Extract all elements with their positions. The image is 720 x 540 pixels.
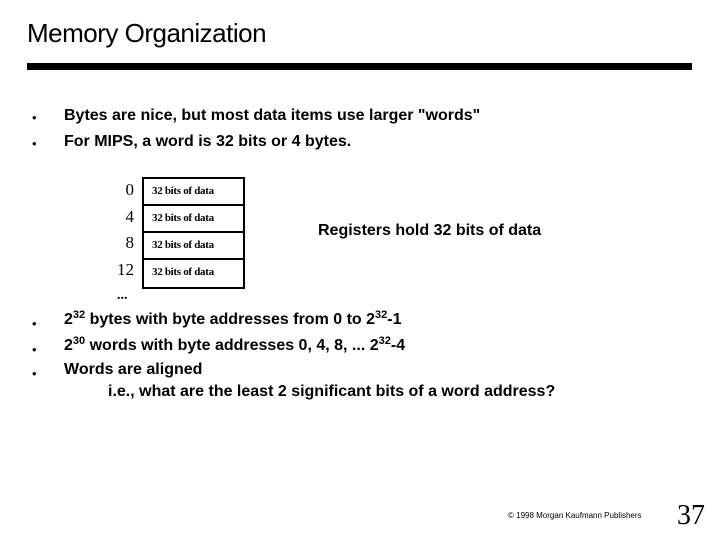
bullet-icon: •	[32, 136, 37, 151]
intro-bullet-1: Bytes are nice, but most data items use …	[64, 107, 481, 124]
memory-word-cell: 32 bits of data	[152, 266, 214, 278]
memory-word-cell: 32 bits of data	[144, 233, 243, 260]
fact-aligned: Words are aligned	[64, 361, 203, 378]
memory-ellipsis: ...	[117, 288, 128, 303]
address-label: 0	[125, 180, 135, 199]
bullet-icon: •	[32, 366, 37, 381]
aligned-question: i.e., what are the least 2 significant b…	[108, 383, 556, 400]
copyright-footer: © 1998 Morgan Kaufmann Publishers	[508, 511, 642, 520]
intro-bullet-2: For MIPS, a word is 32 bits or 4 bytes.	[64, 133, 352, 150]
address-label: 4	[125, 207, 135, 226]
bullet-icon: •	[32, 342, 37, 357]
fact-words: 230 words with byte addresses 0, 4, 8, .…	[64, 335, 406, 355]
bullet-icon: •	[32, 316, 37, 331]
page-number: 37	[677, 500, 705, 531]
address-label: 8	[125, 233, 135, 252]
memory-word-table: 32 bits of data 32 bits of data 32 bits …	[142, 177, 245, 289]
address-label: 12	[117, 260, 134, 279]
memory-word-cell: 32 bits of data	[144, 179, 243, 206]
fact-bytes: 232 bytes with byte addresses from 0 to …	[64, 309, 402, 329]
bullet-icon: •	[32, 110, 37, 125]
register-note: Registers hold 32 bits of data	[318, 222, 542, 239]
memory-word-cell: 32 bits of data	[144, 206, 243, 233]
title-rule	[27, 63, 692, 70]
slide-title: Memory Organization	[27, 18, 267, 48]
